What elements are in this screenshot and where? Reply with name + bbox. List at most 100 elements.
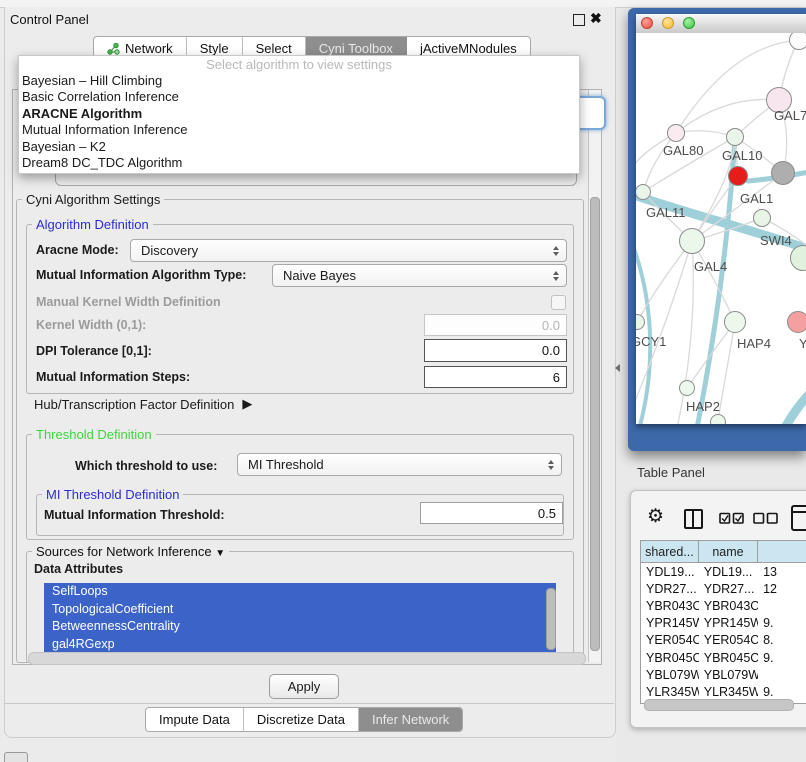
table-row[interactable]: YPR145WYPR145W9.	[641, 615, 806, 632]
table-row[interactable]: YER054CYER054C8.	[641, 632, 806, 649]
stepper-icon	[553, 240, 559, 261]
collapse-arrow-icon[interactable]: ▼	[215, 548, 225, 559]
tab-impute-data[interactable]: Impute Data	[146, 708, 244, 731]
network-node[interactable]	[771, 161, 795, 185]
tab-label: Select	[256, 41, 292, 56]
sources-legend: Sources for Network Inference ▼	[32, 544, 229, 559]
app-root: Control Panel ✖ NetworkStyleSelectCyni T…	[0, 0, 806, 762]
attributes-scrollbar-thumb[interactable]	[546, 588, 556, 650]
tab-label: Infer Network	[372, 712, 449, 727]
table-row[interactable]: YBR043CYBR043C	[641, 597, 806, 614]
mi-threshold-label: Mutual Information Threshold:	[44, 508, 225, 522]
table-mode-icon[interactable]	[791, 505, 806, 531]
columns-icon[interactable]	[684, 509, 703, 529]
hub-transcription-factor-section[interactable]: Hub/Transcription Factor Definition ▶	[34, 396, 252, 412]
sources-legend-label: Sources for Network Inference	[36, 544, 212, 559]
attribute-item-gal4rgexp[interactable]: gal4RGexp	[44, 636, 556, 654]
algorithm-option-aracne-algorithm[interactable]: ARACNE Algorithm	[19, 106, 579, 122]
column-header-name[interactable]: name	[699, 541, 758, 562]
tab-discretize-data[interactable]: Discretize Data	[244, 708, 359, 731]
attribute-item-topologicalcoefficient[interactable]: TopologicalCoefficient	[44, 601, 556, 619]
table-cell: YBR043C	[699, 599, 758, 613]
dpi-tolerance-field[interactable]: 0.0	[424, 339, 567, 362]
table-cell: YPR145W	[641, 616, 699, 630]
network-node-gal10[interactable]	[726, 128, 744, 146]
table-cell: 9.	[758, 685, 806, 699]
aracne-mode-label: Aracne Mode:	[36, 243, 119, 257]
network-canvas[interactable]: GAL7GAL80GAL10GAL1GAL11SWI4GAL4GCY1HAP4Y…	[636, 33, 806, 424]
deselect-all-checkboxes-icon[interactable]	[753, 512, 779, 525]
network-node-gal1[interactable]	[728, 166, 748, 186]
algorithm-option-bayesian-k2[interactable]: Bayesian – K2	[19, 139, 579, 155]
network-node-gal80[interactable]	[667, 124, 685, 142]
algorithm-option-dream8-dc-tdc-algorithm[interactable]: Dream8 DC_TDC Algorithm	[19, 155, 579, 171]
node-label-gal11: GAL11	[646, 205, 686, 220]
panel-splitter-arrow-icon[interactable]	[615, 364, 620, 372]
mac-zoom-button[interactable]	[683, 17, 695, 29]
table-horizontal-scrollbar[interactable]	[644, 699, 794, 711]
algorithm-option-mutual-information-inference[interactable]: Mutual Information Inference	[19, 122, 579, 138]
table-row[interactable]: YDL19...YDL19...13	[641, 563, 806, 580]
network-node[interactable]	[710, 414, 726, 424]
table-row[interactable]: YDR27...YDR27...12	[641, 580, 806, 597]
dpi-tolerance-label: DPI Tolerance [0,1]:	[36, 344, 152, 358]
which-threshold-value: MI Threshold	[248, 457, 324, 472]
network-node-gal4[interactable]	[679, 228, 705, 254]
network-node[interactable]	[789, 33, 806, 50]
node-label-gal10: GAL10	[722, 148, 762, 163]
attribute-item-betweennesscentrality[interactable]: BetweennessCentrality	[44, 618, 556, 636]
algorithm-option-basic-correlation-inference[interactable]: Basic Correlation Inference	[19, 89, 579, 105]
node-label-gal80: GAL80	[663, 143, 703, 158]
float-window-icon[interactable]	[573, 14, 585, 26]
horizontal-scrollbar[interactable]	[28, 652, 586, 665]
network-node-hap4[interactable]	[724, 311, 746, 333]
mi-steps-label: Mutual Information Steps:	[36, 370, 190, 384]
algorithm-dropdown-popup: Select algorithm to view settings Bayesi…	[18, 55, 580, 174]
table-cell: YER054C	[641, 633, 699, 647]
which-threshold-label: Which threshold to use:	[75, 459, 217, 473]
algorithm-option-bayesian-hill-climbing[interactable]: Bayesian – Hill Climbing	[19, 73, 579, 89]
table-cell: YDL19...	[699, 565, 758, 579]
network-node-y[interactable]	[787, 311, 806, 333]
table-cell: YBL079W	[699, 668, 758, 682]
network-node-hap2[interactable]	[679, 380, 695, 396]
close-icon[interactable]: ✖	[590, 10, 602, 27]
node-label-gal7: GAL7	[774, 108, 806, 123]
table-cell: 9.	[758, 651, 806, 665]
mi-threshold-field[interactable]: 0.5	[420, 502, 563, 524]
aracne-mode-select[interactable]: Discovery	[130, 239, 567, 262]
data-attributes-label: Data Attributes	[34, 562, 123, 576]
table-row[interactable]: YBL079WYBL079W	[641, 666, 806, 683]
expand-arrow-icon: ▶	[242, 396, 252, 412]
gear-icon[interactable]: ⚙	[647, 505, 664, 528]
tab-label: jActiveMNodules	[420, 41, 517, 56]
mi-algorithm-type-label: Mutual Information Algorithm Type:	[36, 268, 246, 282]
mac-close-button[interactable]	[641, 17, 653, 29]
table-header-row: shared...name	[641, 541, 806, 563]
manual-kernel-width-checkbox[interactable]	[551, 295, 566, 310]
network-node-swi4[interactable]	[753, 209, 771, 227]
node-label-gcy1: GCY1	[636, 334, 666, 349]
tab-infer-network[interactable]: Infer Network	[359, 708, 462, 731]
table-row[interactable]: YLR345WYLR345W9.	[641, 683, 806, 700]
mi-steps-field[interactable]: 6	[424, 366, 567, 388]
column-header-3[interactable]	[758, 541, 806, 562]
vertical-scrollbar-thumb[interactable]	[590, 197, 600, 651]
aracne-mode-value: Discovery	[141, 243, 198, 258]
column-header-shared[interactable]: shared...	[641, 541, 699, 562]
hub-section-label: Hub/Transcription Factor Definition	[34, 397, 234, 412]
apply-button[interactable]: Apply	[269, 674, 339, 699]
mi-algorithm-type-select[interactable]: Naive Bayes	[272, 264, 567, 287]
corner-panel-button[interactable]	[4, 752, 28, 762]
select-all-checkboxes-icon[interactable]	[719, 512, 745, 525]
attribute-item-selfloops[interactable]: SelfLoops	[44, 583, 556, 601]
table-cell: 12	[758, 582, 806, 596]
tab-label: Style	[200, 41, 229, 56]
stepper-icon	[548, 454, 554, 475]
mac-minimize-button[interactable]	[662, 17, 674, 29]
node-table: shared...name YDL19...YDL19...13YDR27...…	[640, 540, 806, 704]
which-threshold-select[interactable]: MI Threshold	[237, 453, 562, 476]
panel-title: Control Panel	[10, 12, 89, 27]
table-cell: YPR145W	[699, 616, 758, 630]
table-row[interactable]: YBR045CYBR045C9.	[641, 649, 806, 666]
